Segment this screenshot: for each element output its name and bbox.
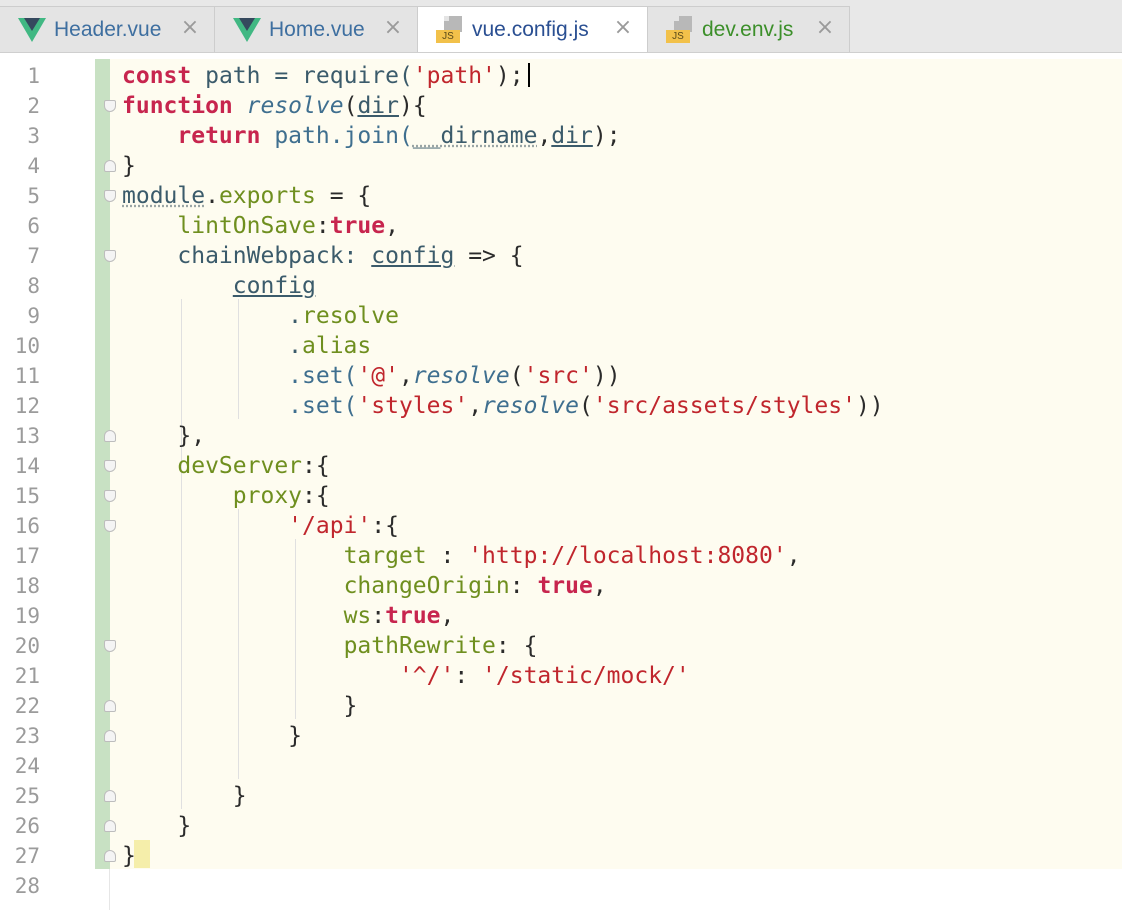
fold-marker[interactable] — [104, 520, 116, 532]
fold-marker[interactable] — [104, 250, 116, 262]
line-number: 22 — [14, 694, 40, 718]
code-editor[interactable]: 1 2 3 4 5 6 7 8 9 10 11 12 13 14 15 16 1… — [0, 59, 1122, 910]
code-line[interactable]: const path = require('path'); — [122, 61, 524, 91]
line-number: 25 — [14, 784, 40, 808]
tab-dev-env-js[interactable]: JS dev.env.js × — [648, 6, 850, 52]
text-cursor — [528, 63, 530, 87]
tab-label: Home.vue — [269, 17, 365, 41]
tab-label: vue.config.js — [472, 17, 589, 41]
line-number: 20 — [14, 634, 40, 658]
line-number: 26 — [14, 814, 40, 838]
code-line[interactable]: config — [122, 271, 316, 301]
code-line[interactable]: chainWebpack: config => { — [122, 241, 523, 271]
line-number: 9 — [27, 304, 40, 328]
fold-marker[interactable] — [104, 100, 116, 112]
line-number: 16 — [14, 514, 40, 538]
line-number: 28 — [14, 874, 40, 898]
code-line[interactable]: .resolve — [122, 301, 399, 331]
code-line[interactable]: }, — [122, 421, 205, 451]
code-line[interactable]: } — [122, 691, 358, 721]
line-number: 4 — [27, 154, 40, 178]
line-number: 13 — [14, 424, 40, 448]
line-number: 18 — [14, 574, 40, 598]
code-line[interactable]: target : 'http://localhost:8080', — [122, 541, 801, 571]
code-line[interactable]: ws:true, — [122, 601, 455, 631]
tab-vue-config-js[interactable]: JS vue.config.js × — [418, 6, 648, 52]
code-line[interactable]: changeOrigin: true, — [122, 571, 607, 601]
close-icon[interactable]: × — [383, 17, 403, 39]
line-number: 2 — [27, 94, 40, 118]
matched-brace-highlight — [134, 840, 150, 868]
line-number: 12 — [14, 394, 40, 418]
line-number: 7 — [27, 244, 40, 268]
fold-marker[interactable] — [104, 700, 116, 712]
code-line[interactable]: } — [122, 151, 136, 181]
line-number: 23 — [14, 724, 40, 748]
line-number: 14 — [14, 454, 40, 478]
code-line[interactable]: .set('@',resolve('src')) — [122, 361, 620, 391]
close-icon[interactable]: × — [180, 17, 200, 39]
editor-tab-bar: Header.vue × Home.vue × JS vue.config.js… — [0, 0, 1122, 53]
close-icon[interactable]: × — [815, 17, 835, 39]
tab-label: dev.env.js — [702, 17, 794, 41]
line-number: 27 — [14, 844, 40, 868]
line-number: 24 — [14, 754, 40, 778]
code-line[interactable]: lintOnSave:true, — [122, 211, 399, 241]
fold-marker[interactable] — [104, 460, 116, 472]
tab-home-vue[interactable]: Home.vue × — [215, 6, 418, 52]
close-icon[interactable]: × — [613, 17, 633, 39]
code-line[interactable]: devServer:{ — [122, 451, 329, 481]
line-number: 21 — [14, 664, 40, 688]
fold-marker[interactable] — [104, 640, 116, 652]
code-line[interactable]: proxy:{ — [122, 481, 330, 511]
code-line[interactable]: '/api':{ — [122, 511, 399, 541]
code-line[interactable]: .alias — [122, 331, 371, 361]
fold-marker[interactable] — [104, 490, 116, 502]
code-line[interactable]: .set('styles',resolve('src/assets/styles… — [122, 391, 884, 421]
vue-icon — [18, 16, 46, 44]
fold-marker[interactable] — [104, 820, 116, 832]
fold-marker[interactable] — [104, 850, 116, 862]
line-number: 15 — [14, 484, 40, 508]
code-line[interactable]: } — [122, 721, 302, 751]
line-number: 6 — [27, 214, 40, 238]
line-number: 5 — [27, 184, 40, 208]
line-number: 11 — [14, 364, 40, 388]
line-number: 8 — [27, 274, 40, 298]
line-number: 3 — [27, 124, 40, 148]
fold-marker[interactable] — [104, 430, 116, 442]
fold-marker[interactable] — [104, 190, 116, 202]
line-number: 1 — [27, 64, 40, 88]
fold-marker[interactable] — [104, 160, 116, 172]
line-number: 17 — [14, 544, 40, 568]
code-line[interactable]: '^/': '/static/mock/' — [122, 661, 690, 691]
vue-icon — [233, 16, 261, 44]
code-line[interactable]: } — [122, 841, 136, 871]
code-line[interactable]: return path.join(__dirname,dir); — [122, 121, 620, 151]
line-number: 19 — [14, 604, 40, 628]
js-file-icon: JS — [666, 15, 694, 44]
code-line[interactable]: } — [122, 811, 191, 841]
tab-header-vue[interactable]: Header.vue × — [0, 6, 215, 52]
js-file-icon: JS — [436, 15, 464, 44]
code-line[interactable]: } — [122, 781, 247, 811]
tab-label: Header.vue — [54, 17, 162, 41]
code-line[interactable]: function resolve(dir){ — [122, 91, 427, 121]
fold-marker[interactable] — [104, 790, 116, 802]
line-number: 10 — [14, 334, 40, 358]
fold-marker[interactable] — [104, 730, 116, 742]
code-line[interactable]: pathRewrite: { — [122, 631, 538, 661]
code-line[interactable]: module.exports = { — [122, 181, 371, 211]
